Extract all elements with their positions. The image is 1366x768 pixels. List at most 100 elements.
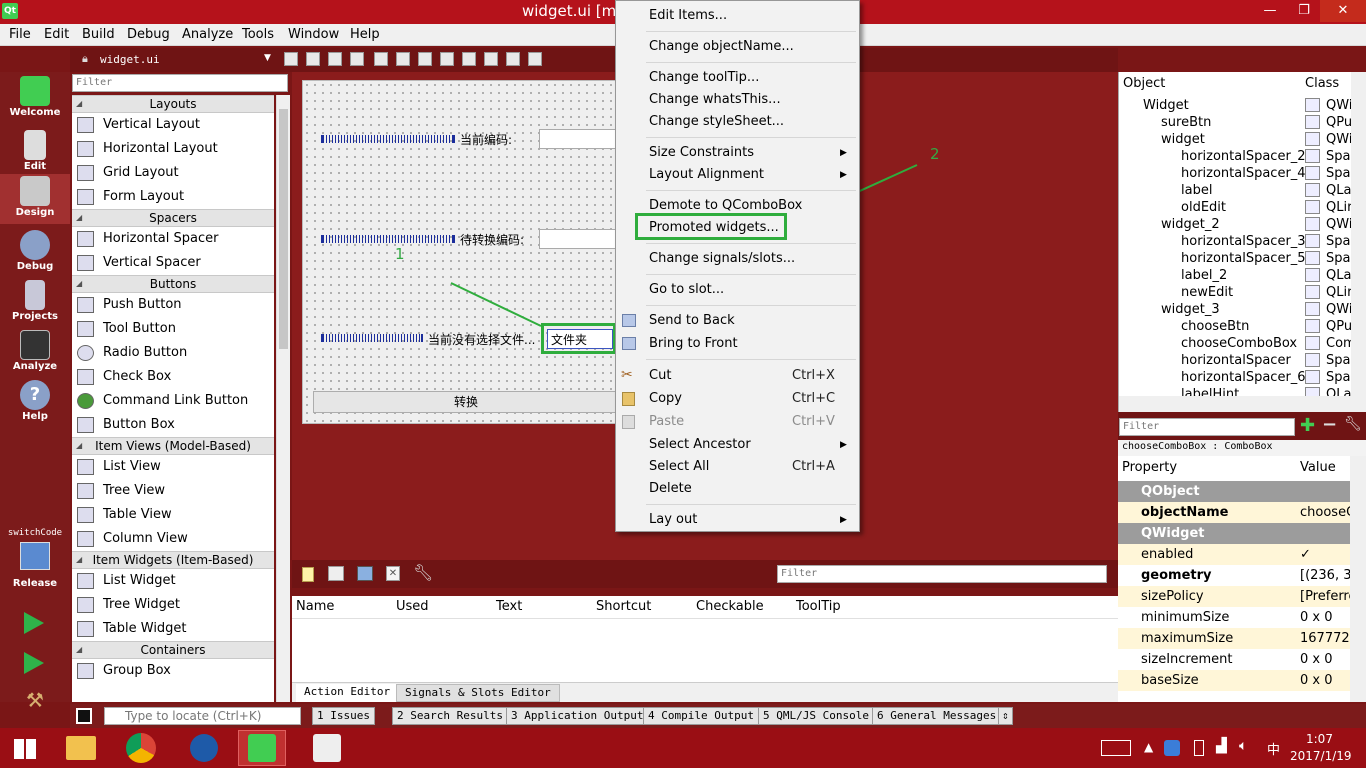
object-row[interactable]: horizontalSpacer Spac: [1119, 352, 1358, 369]
add-property-icon[interactable]: ✚: [1300, 415, 1315, 436]
property-row[interactable]: QObject: [1118, 481, 1350, 502]
paste-action-icon[interactable]: [357, 566, 373, 581]
menu-item-select-ancestor[interactable]: Select Ancestor: [649, 437, 751, 452]
taskbar-browser[interactable]: [180, 730, 228, 766]
tray-app-icon[interactable]: [1164, 740, 1180, 756]
column-class[interactable]: Class: [1305, 76, 1339, 91]
tray-chevron-icon[interactable]: ▲: [1144, 740, 1153, 754]
remove-property-icon[interactable]: −: [1322, 414, 1337, 435]
menu-item-change-stylesheet[interactable]: Change styleSheet...: [649, 114, 784, 129]
object-row[interactable]: horizontalSpacer_5 Spac: [1119, 250, 1358, 267]
property-value[interactable]: [(236, 36: [1300, 565, 1350, 586]
menu-item-promoted-widgets[interactable]: Promoted widgets...: [649, 220, 779, 235]
tab-qml-console[interactable]: 5 QML/JS Console: [758, 707, 874, 725]
object-row[interactable]: sureBtn QPu: [1119, 114, 1352, 131]
menu-item-send-to-back[interactable]: Send to Back: [649, 313, 735, 328]
column-property[interactable]: Property: [1122, 460, 1177, 475]
windows-start-icon[interactable]: [14, 739, 36, 759]
object-row[interactable]: Widget QWi: [1119, 97, 1352, 114]
menu-item-change-whatsthis[interactable]: Change whatsThis...: [649, 92, 781, 107]
object-row[interactable]: widget_2 QWi: [1119, 216, 1352, 233]
menu-item-lay-out[interactable]: Lay out: [649, 512, 697, 527]
menu-item-change-signals-slots[interactable]: Change signals/slots...: [649, 251, 795, 266]
tab-signals-slots-editor[interactable]: Signals & Slots Editor: [396, 684, 560, 702]
object-row[interactable]: widget QWi: [1119, 131, 1352, 148]
object-row[interactable]: horizontalSpacer_2 Spac: [1119, 148, 1358, 165]
property-value[interactable]: chooseC: [1300, 502, 1350, 523]
tab-issues[interactable]: 1 Issues: [312, 707, 375, 725]
taskbar-qt-creator[interactable]: [238, 730, 286, 766]
locator-input[interactable]: Type to locate (Ctrl+K): [104, 707, 301, 725]
property-row[interactable]: QWidget: [1118, 523, 1350, 544]
battery-icon[interactable]: [1194, 740, 1204, 756]
column-object[interactable]: Object: [1123, 76, 1165, 91]
more-tabs-icon[interactable]: ⇕: [998, 707, 1013, 725]
new-action-icon[interactable]: [302, 567, 314, 582]
column-checkable[interactable]: Checkable: [696, 599, 764, 614]
property-row[interactable]: objectName chooseC: [1118, 502, 1350, 523]
object-row[interactable]: oldEdit QLir: [1119, 199, 1352, 216]
taskbar-chrome[interactable]: [117, 730, 165, 766]
menu-item-cut[interactable]: Cut: [649, 368, 671, 383]
column-used[interactable]: Used: [396, 599, 429, 614]
menu-item-copy[interactable]: Copy: [649, 391, 682, 406]
tab-action-editor[interactable]: Action Editor: [296, 684, 399, 702]
object-inspector-hscroll[interactable]: [1119, 396, 1351, 412]
object-row[interactable]: widget_3 QWi: [1119, 301, 1352, 318]
toggle-sidebar-icon[interactable]: [76, 708, 92, 724]
menu-item-change-tooltip[interactable]: Change toolTip...: [649, 70, 759, 85]
column-tooltip[interactable]: ToolTip: [796, 599, 841, 614]
property-value[interactable]: [Preferre: [1300, 586, 1350, 607]
object-row[interactable]: label QLa: [1119, 182, 1351, 199]
object-row[interactable]: horizontalSpacer_3 Spac: [1119, 233, 1358, 250]
menu-item-size-constraints[interactable]: Size Constraints: [649, 145, 754, 160]
menu-item-change-objectname[interactable]: Change objectName...: [649, 39, 794, 54]
wrench-icon[interactable]: 🔧︎: [413, 563, 433, 582]
property-row[interactable]: maximumSize 1677721: [1118, 628, 1350, 649]
property-row[interactable]: baseSize 0 x 0: [1118, 670, 1350, 691]
object-row[interactable]: newEdit QLir: [1119, 284, 1352, 301]
tab-application-output[interactable]: 3 Application Output: [506, 707, 649, 725]
property-row[interactable]: sizeIncrement 0 x 0: [1118, 649, 1350, 670]
menu-item-edit-items[interactable]: Edit Items...: [649, 8, 727, 23]
property-value[interactable]: 0 x 0: [1300, 649, 1350, 670]
column-name[interactable]: Name: [296, 599, 334, 614]
menu-item-go-to-slot[interactable]: Go to slot...: [649, 282, 724, 297]
property-value[interactable]: 1677721: [1300, 628, 1350, 649]
copy-action-icon[interactable]: [328, 566, 344, 581]
menu-item-select-all[interactable]: Select All: [649, 459, 709, 474]
menu-item-bring-to-front[interactable]: Bring to Front: [649, 336, 738, 351]
action-filter-input[interactable]: Filter: [777, 565, 1107, 583]
clock-date[interactable]: 2017/1/19: [1290, 749, 1352, 763]
property-value[interactable]: 0 x 0: [1300, 670, 1350, 691]
column-text[interactable]: Text: [496, 599, 522, 614]
property-row[interactable]: sizePolicy [Preferre: [1118, 586, 1350, 607]
column-shortcut[interactable]: Shortcut: [596, 599, 651, 614]
taskbar-file-explorer[interactable]: [57, 730, 105, 766]
tab-compile-output[interactable]: 4 Compile Output: [643, 707, 759, 725]
clock-time[interactable]: 1:07: [1306, 732, 1333, 746]
delete-action-icon[interactable]: ✕: [386, 566, 400, 581]
property-value[interactable]: ✓: [1300, 544, 1350, 565]
object-row[interactable]: horizontalSpacer_4 Spac: [1119, 165, 1358, 182]
property-row[interactable]: minimumSize 0 x 0: [1118, 607, 1350, 628]
network-icon[interactable]: ▟: [1216, 738, 1227, 754]
property-row[interactable]: enabled ✓: [1118, 544, 1350, 565]
taskbar-text-app[interactable]: [303, 730, 351, 766]
configure-wrench-icon[interactable]: 🔧︎: [1344, 416, 1362, 432]
property-filter-input[interactable]: Filter: [1119, 418, 1295, 436]
object-row[interactable]: horizontalSpacer_6 Spac: [1119, 369, 1358, 386]
column-value[interactable]: Value: [1300, 460, 1336, 475]
ime-indicator[interactable]: 中: [1267, 739, 1280, 758]
object-row[interactable]: label_2 QLa: [1119, 267, 1351, 284]
property-row[interactable]: geometry [(236, 36: [1118, 565, 1350, 586]
menu-item-demote[interactable]: Demote to QComboBox: [649, 198, 802, 213]
object-inspector-vscroll[interactable]: [1351, 72, 1366, 412]
property-value[interactable]: 0 x 0: [1300, 607, 1350, 628]
object-row[interactable]: chooseComboBox Com: [1119, 335, 1356, 352]
menu-item-delete[interactable]: Delete: [649, 481, 692, 496]
tab-general-messages[interactable]: 6 General Messages: [872, 707, 1002, 725]
property-editor-vscroll[interactable]: [1350, 456, 1366, 702]
menu-item-layout-alignment[interactable]: Layout Alignment: [649, 167, 764, 182]
object-row[interactable]: chooseBtn QPu: [1119, 318, 1352, 335]
